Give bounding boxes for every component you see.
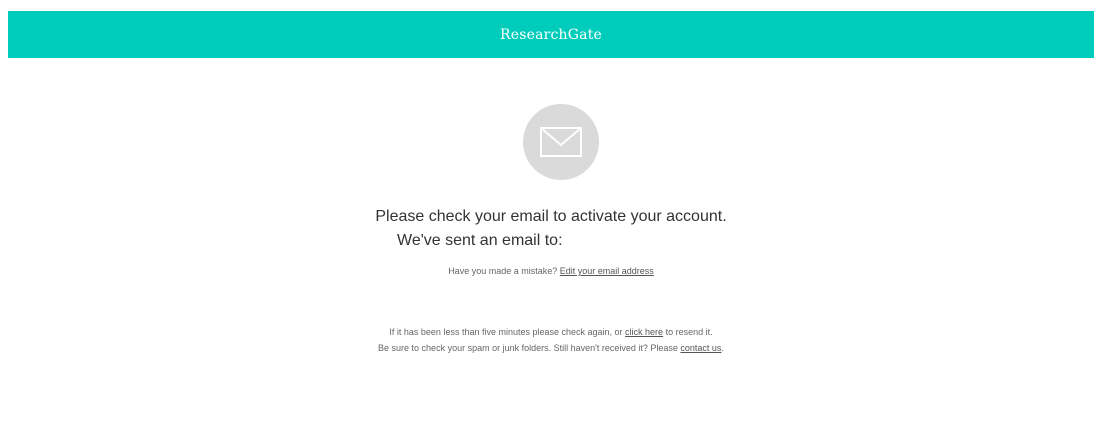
brand-title: ResearchGate [499,26,603,43]
spam-text: Be sure to check your spam or junk folde… [378,343,681,353]
activation-message: Please check your email to activate your… [375,208,727,225]
envelope-icon [540,127,582,157]
mistake-line: Have you made a mistake? Edit your email… [0,266,1102,276]
resend-line: If it has been less than five minutes pl… [0,327,1102,337]
mistake-text: Have you made a mistake? [448,266,560,276]
spam-suffix: . [721,343,724,353]
spam-line: Be sure to check your spam or junk folde… [0,343,1102,353]
edit-email-link[interactable]: Edit your email address [560,266,654,276]
envelope-icon-circle [523,104,599,180]
resend-text: If it has been less than five minutes pl… [389,327,626,337]
resend-suffix: to resend it. [663,327,713,337]
sent-email-message: We've sent an email to: [397,232,563,249]
top-header-bar: ResearchGate [8,11,1094,58]
contact-us-link[interactable]: contact us [680,343,721,353]
click-here-link[interactable]: click here [625,327,663,337]
